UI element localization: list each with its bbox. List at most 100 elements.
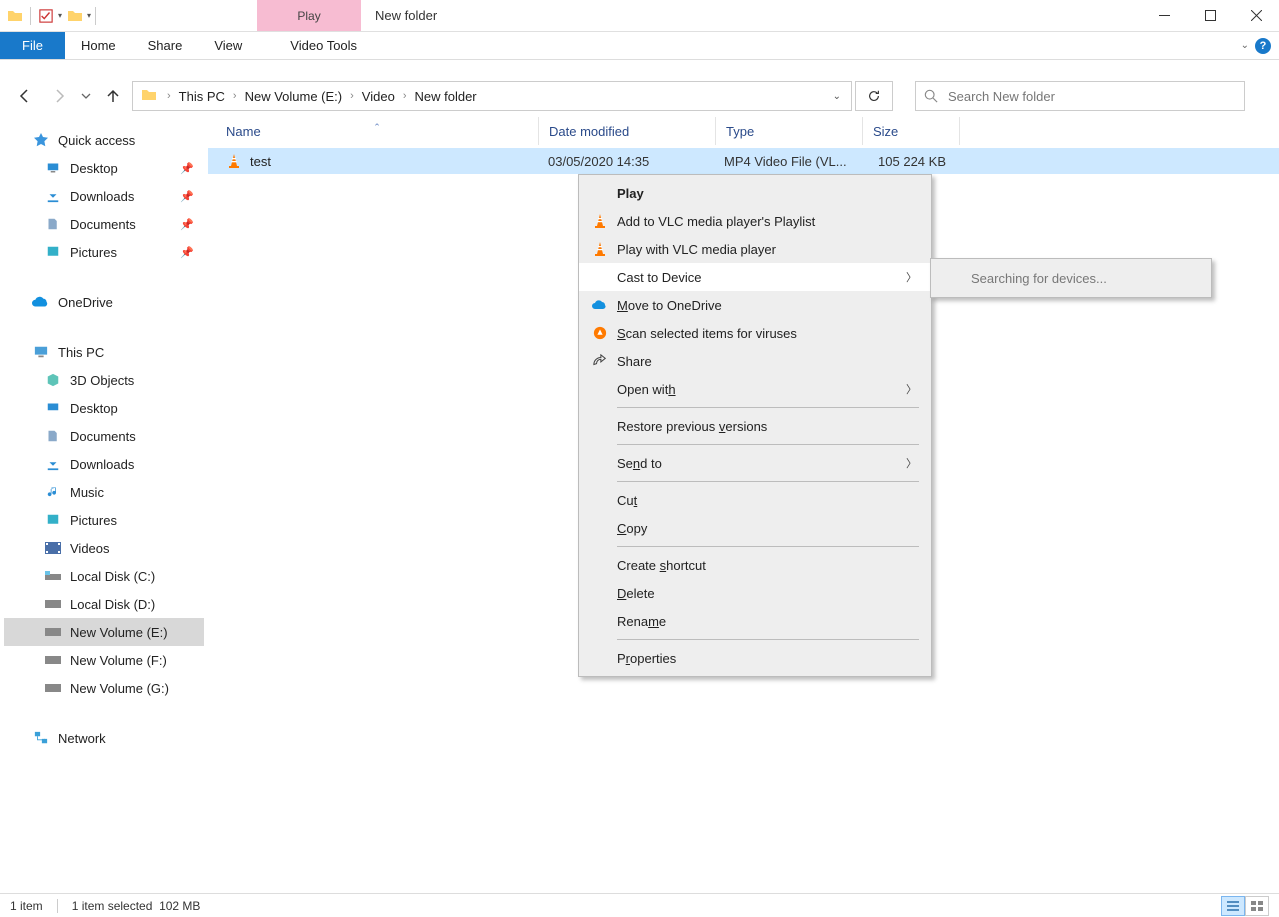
menu-item-send-to[interactable]: Send to 〉: [579, 449, 931, 477]
menu-item-rename[interactable]: Rename: [579, 607, 931, 635]
sidebar-item-music[interactable]: Music: [4, 478, 204, 506]
breadcrumb[interactable]: Video: [358, 89, 399, 104]
menu-item-cast-to-device[interactable]: Cast to Device 〉: [579, 263, 931, 291]
menu-item-open-with[interactable]: Open with 〉: [579, 375, 931, 403]
up-button[interactable]: [98, 82, 128, 110]
collapse-ribbon-button[interactable]: ⌄: [1241, 40, 1249, 51]
sidebar-item-network[interactable]: Network: [4, 724, 204, 752]
address-dropdown-button[interactable]: ⌄: [827, 91, 847, 102]
monitor-icon: [44, 400, 62, 416]
menu-item-delete[interactable]: Delete: [579, 579, 931, 607]
column-header-size[interactable]: Size: [863, 124, 959, 139]
column-header-type[interactable]: Type: [716, 124, 862, 139]
chevron-right-icon[interactable]: ›: [399, 90, 411, 102]
column-label: Name: [226, 124, 261, 139]
sidebar-label: Pictures: [70, 513, 117, 528]
chevron-right-icon[interactable]: ›: [163, 90, 175, 102]
sidebar-item-documents[interactable]: Documents 📌: [4, 210, 204, 238]
context-menu: Play Add to VLC media player's Playlist …: [578, 174, 932, 677]
menu-item-properties[interactable]: Properties: [579, 644, 931, 672]
menu-item-add-vlc-playlist[interactable]: Add to VLC media player's Playlist: [579, 207, 931, 235]
sidebar-label: Downloads: [70, 457, 134, 472]
ribbon-tab-share[interactable]: Share: [132, 32, 199, 59]
search-box[interactable]: [915, 81, 1245, 111]
column-header-name[interactable]: Name ⌃: [216, 124, 538, 139]
sidebar-item-pictures-pc[interactable]: Pictures: [4, 506, 204, 534]
sidebar-item-documents-pc[interactable]: Documents: [4, 422, 204, 450]
file-row[interactable]: test 03/05/2020 14:35 MP4 Video File (VL…: [208, 148, 1279, 174]
sidebar-item-this-pc[interactable]: This PC: [4, 338, 204, 366]
back-button[interactable]: [10, 82, 40, 110]
folder-icon[interactable]: [4, 5, 26, 27]
chevron-down-icon[interactable]: ▾: [58, 11, 62, 20]
sidebar-item-pictures[interactable]: Pictures 📌: [4, 238, 204, 266]
close-button[interactable]: [1233, 0, 1279, 31]
menu-label: Copy: [611, 521, 917, 536]
pin-icon: 📌: [180, 162, 194, 175]
tab-label: File: [22, 38, 43, 53]
sidebar-item-downloads[interactable]: Downloads 📌: [4, 182, 204, 210]
share-icon: [589, 354, 611, 368]
menu-item-copy[interactable]: Copy: [579, 514, 931, 542]
breadcrumb[interactable]: New folder: [410, 89, 480, 104]
separator: [30, 7, 31, 25]
chevron-down-icon[interactable]: ▾: [87, 11, 91, 20]
menu-item-scan[interactable]: Scan selected items for viruses: [579, 319, 931, 347]
sidebar-item-onedrive[interactable]: OneDrive: [4, 288, 204, 316]
menu-label: Properties: [611, 651, 917, 666]
menu-item-play[interactable]: Play: [579, 179, 931, 207]
sidebar-item-local-d[interactable]: Local Disk (D:): [4, 590, 204, 618]
search-input[interactable]: [948, 89, 1236, 104]
ribbon-tab-view[interactable]: View: [198, 32, 258, 59]
help-button[interactable]: ?: [1255, 38, 1271, 54]
sidebar-item-volume-g[interactable]: New Volume (G:): [4, 674, 204, 702]
column-divider[interactable]: [959, 117, 960, 145]
view-large-icons-button[interactable]: [1245, 896, 1269, 916]
sidebar-item-quick-access[interactable]: Quick access: [4, 126, 204, 154]
minimize-button[interactable]: [1141, 0, 1187, 31]
menu-item-play-vlc[interactable]: Play with VLC media player: [579, 235, 931, 263]
ribbon-tab-file[interactable]: File: [0, 32, 65, 59]
breadcrumb[interactable]: This PC: [175, 89, 229, 104]
sidebar-item-desktop[interactable]: Desktop 📌: [4, 154, 204, 182]
refresh-button[interactable]: [855, 81, 893, 111]
sidebar-label: Videos: [70, 541, 110, 556]
tab-label: Home: [81, 38, 116, 53]
menu-item-create-shortcut[interactable]: Create shortcut: [579, 551, 931, 579]
window-title: New folder: [361, 0, 1141, 31]
sidebar-item-volume-e[interactable]: New Volume (E:): [4, 618, 204, 646]
drive-icon: [44, 568, 62, 584]
breadcrumb[interactable]: New Volume (E:): [241, 89, 347, 104]
sidebar-item-videos[interactable]: Videos: [4, 534, 204, 562]
properties-checkbox-icon[interactable]: [35, 5, 57, 27]
address-bar[interactable]: › This PC › New Volume (E:) › Video › Ne…: [132, 81, 852, 111]
menu-item-restore-versions[interactable]: Restore previous versions: [579, 412, 931, 440]
menu-item-share[interactable]: Share: [579, 347, 931, 375]
sidebar-item-desktop-pc[interactable]: Desktop: [4, 394, 204, 422]
sidebar-item-downloads-pc[interactable]: Downloads: [4, 450, 204, 478]
navigation-bar: › This PC › New Volume (E:) › Video › Ne…: [0, 78, 1279, 114]
sidebar-item-3d-objects[interactable]: 3D Objects: [4, 366, 204, 394]
chevron-right-icon[interactable]: ›: [229, 90, 241, 102]
sidebar-item-local-c[interactable]: Local Disk (C:): [4, 562, 204, 590]
drive-icon: [44, 624, 62, 640]
chevron-right-icon[interactable]: ›: [346, 90, 358, 102]
ribbon-tab-video-tools[interactable]: Video Tools: [274, 32, 373, 59]
forward-button[interactable]: [44, 82, 74, 110]
document-icon: [44, 216, 62, 232]
new-folder-icon[interactable]: [64, 5, 86, 27]
tab-label: Video Tools: [290, 38, 357, 53]
sidebar-item-volume-f[interactable]: New Volume (F:): [4, 646, 204, 674]
menu-label: Scan selected items for viruses: [611, 326, 917, 341]
contextual-tab-play[interactable]: Play: [257, 0, 361, 31]
column-header-date[interactable]: Date modified: [539, 124, 715, 139]
menu-item-move-onedrive[interactable]: Move to OneDrive: [579, 291, 931, 319]
tab-label: View: [214, 38, 242, 53]
file-date-cell: 03/05/2020 14:35: [538, 154, 714, 169]
recent-locations-button[interactable]: [78, 82, 94, 110]
contextual-tab-label: Play: [297, 9, 320, 23]
maximize-button[interactable]: [1187, 0, 1233, 31]
ribbon-tab-home[interactable]: Home: [65, 32, 132, 59]
view-details-button[interactable]: [1221, 896, 1245, 916]
menu-item-cut[interactable]: Cut: [579, 486, 931, 514]
